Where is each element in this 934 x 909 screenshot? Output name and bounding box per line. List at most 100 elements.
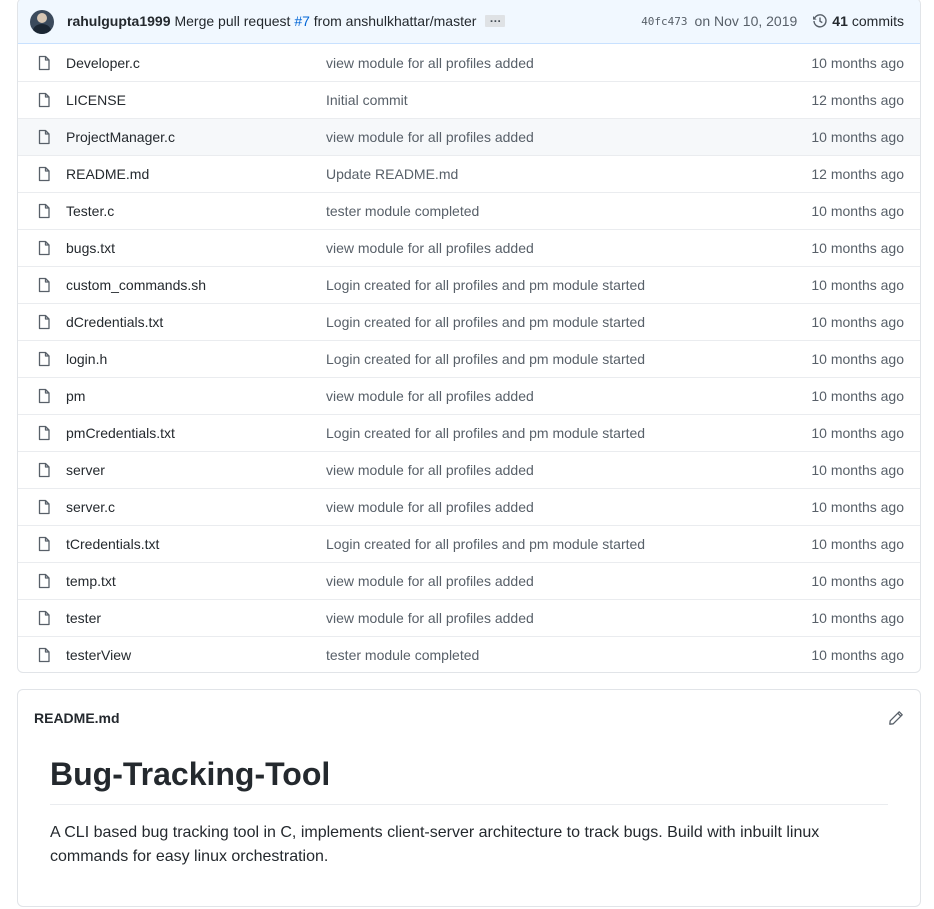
file-age: 10 months ago <box>811 351 904 367</box>
file-age: 10 months ago <box>811 425 904 441</box>
file-commit-message-link[interactable]: Login created for all profiles and pm mo… <box>326 351 811 367</box>
file-name-link[interactable]: pm <box>66 388 326 404</box>
file-commit-message-link[interactable]: tester module completed <box>326 647 811 663</box>
pull-request-link[interactable]: #7 <box>294 13 310 29</box>
file-age: 10 months ago <box>811 314 904 330</box>
file-name-link[interactable]: Tester.c <box>66 203 326 219</box>
file-commit-message-link[interactable]: Update README.md <box>326 166 811 182</box>
file-age: 10 months ago <box>811 610 904 626</box>
file-age: 12 months ago <box>811 166 904 182</box>
file-commit-message-link[interactable]: Initial commit <box>326 92 811 108</box>
file-icon <box>38 388 50 404</box>
file-age: 12 months ago <box>811 92 904 108</box>
file-commit-message-link[interactable]: view module for all profiles added <box>326 129 811 145</box>
readme-paragraph: A CLI based bug tracking tool in C, impl… <box>50 823 820 865</box>
file-commit-message-link[interactable]: view module for all profiles added <box>326 610 811 626</box>
file-icon <box>38 351 50 367</box>
file-name-link[interactable]: README.md <box>66 166 326 182</box>
file-browser: rahulgupta1999 Merge pull request #7 fro… <box>17 0 921 673</box>
file-row[interactable]: bugs.txt view module for all profiles add… <box>18 229 920 266</box>
latest-commit-bar: rahulgupta1999 Merge pull request #7 fro… <box>18 0 920 44</box>
file-name-link[interactable]: ProjectManager.c <box>66 129 326 145</box>
commit-meta: 40fc473 on Nov 10, 2019 41 commits <box>641 13 904 29</box>
file-row[interactable]: dCredentials.txt Login created for all pr… <box>18 303 920 340</box>
file-row[interactable]: tester view module for all profiles added… <box>18 599 920 636</box>
file-icon <box>38 573 50 589</box>
file-icon <box>38 647 50 663</box>
file-name-link[interactable]: server <box>66 462 326 478</box>
commit-history-link[interactable]: 41 commits <box>812 13 904 29</box>
file-commit-message-link[interactable]: Login created for all profiles and pm mo… <box>326 425 811 441</box>
file-name-link[interactable]: testerView <box>66 647 326 663</box>
file-name-link[interactable]: pmCredentials.txt <box>66 425 326 441</box>
file-row[interactable]: pmCredentials.txt Login created for all p… <box>18 414 920 451</box>
file-commit-message-link[interactable]: Login created for all profiles and pm mo… <box>326 314 811 330</box>
file-icon <box>38 425 50 441</box>
file-row[interactable]: LICENSE Initial commit 12 months ago <box>18 81 920 118</box>
file-name-link[interactable]: server.c <box>66 499 326 515</box>
commit-sha-link[interactable]: 40fc473 <box>641 15 687 28</box>
file-commit-message-link[interactable]: view module for all profiles added <box>326 240 811 256</box>
commits-label: commits <box>851 13 904 29</box>
commit-message-suffix[interactable]: from anshulkhattar/master <box>314 13 477 29</box>
file-commit-message-link[interactable]: view module for all profiles added <box>326 573 811 589</box>
file-row[interactable]: custom_commands.sh Login created for all … <box>18 266 920 303</box>
file-row[interactable]: server.c view module for all profiles add… <box>18 488 920 525</box>
file-row[interactable]: pm view module for all profiles added 10 m… <box>18 377 920 414</box>
file-name-link[interactable]: bugs.txt <box>66 240 326 256</box>
file-row[interactable]: README.md Update README.md 12 months ago <box>18 155 920 192</box>
avatar[interactable] <box>30 10 54 34</box>
file-name-link[interactable]: Developer.c <box>66 55 326 71</box>
commit-author-link[interactable]: rahulgupta1999 <box>67 13 170 29</box>
file-icon <box>38 203 50 219</box>
file-list: Developer.c view module for all profiles … <box>18 44 920 672</box>
file-age: 10 months ago <box>811 277 904 293</box>
file-age: 10 months ago <box>811 54 904 71</box>
file-commit-message-link[interactable]: tester module completed <box>326 203 811 219</box>
readme-header: README.md <box>18 690 920 746</box>
file-name-link[interactable]: tester <box>66 610 326 626</box>
expand-commit-button[interactable]: … <box>485 12 506 27</box>
file-name-link[interactable]: custom_commands.sh <box>66 277 326 293</box>
file-icon <box>38 314 50 330</box>
commit-count: 41 <box>832 13 848 29</box>
file-commit-message-link[interactable]: view module for all profiles added <box>326 499 811 515</box>
file-row[interactable]: tCredentials.txt Login created for all pr… <box>18 525 920 562</box>
file-row[interactable]: Tester.c tester module completed 10 months… <box>18 192 920 229</box>
file-row[interactable]: Developer.c view module for all profiles … <box>18 44 920 81</box>
file-icon <box>38 166 50 182</box>
file-row[interactable]: login.h Login created for all profiles an… <box>18 340 920 377</box>
file-name-link[interactable]: login.h <box>66 351 326 367</box>
file-commit-message-link[interactable]: Login created for all profiles and pm mo… <box>326 536 811 552</box>
file-name-link[interactable]: LICENSE <box>66 92 326 108</box>
file-age: 10 months ago <box>811 573 904 589</box>
file-age: 10 months ago <box>811 129 904 145</box>
file-icon <box>38 610 50 626</box>
file-commit-message-link[interactable]: view module for all profiles added <box>326 388 811 404</box>
file-commit-message-link[interactable]: view module for all profiles added <box>326 55 811 71</box>
file-row[interactable]: testerView tester module completed 10 mont… <box>18 636 920 672</box>
file-icon <box>38 462 50 478</box>
file-commit-message-link[interactable]: view module for all profiles added <box>326 462 811 478</box>
readme-filename: README.md <box>34 710 120 726</box>
file-age: 10 months ago <box>811 647 904 663</box>
file-name-link[interactable]: dCredentials.txt <box>66 314 326 330</box>
file-commit-message-link[interactable]: Login created for all profiles and pm mo… <box>326 277 811 293</box>
file-name-link[interactable]: temp.txt <box>66 573 326 589</box>
file-icon <box>38 277 50 293</box>
history-icon <box>813 14 827 28</box>
file-age: 10 months ago <box>811 388 904 404</box>
readme-panel: README.md Bug-Tracking-Tool A CLI based … <box>17 689 921 907</box>
commit-message[interactable]: Merge pull request #7 from anshulkhattar… <box>174 13 476 29</box>
file-age: 10 months ago <box>811 203 904 219</box>
file-icon <box>38 499 50 515</box>
file-icon <box>38 92 50 108</box>
file-age: 10 months ago <box>811 240 904 256</box>
file-row[interactable]: temp.txt view module for all profiles add… <box>18 562 920 599</box>
commit-message-prefix[interactable]: Merge pull request <box>174 13 290 29</box>
pencil-icon[interactable] <box>888 710 904 726</box>
file-row[interactable]: server view module for all profiles added… <box>18 451 920 488</box>
file-name-link[interactable]: tCredentials.txt <box>66 536 326 552</box>
file-age: 10 months ago <box>811 536 904 552</box>
file-row[interactable]: ProjectManager.c view module for all prof… <box>18 118 920 155</box>
